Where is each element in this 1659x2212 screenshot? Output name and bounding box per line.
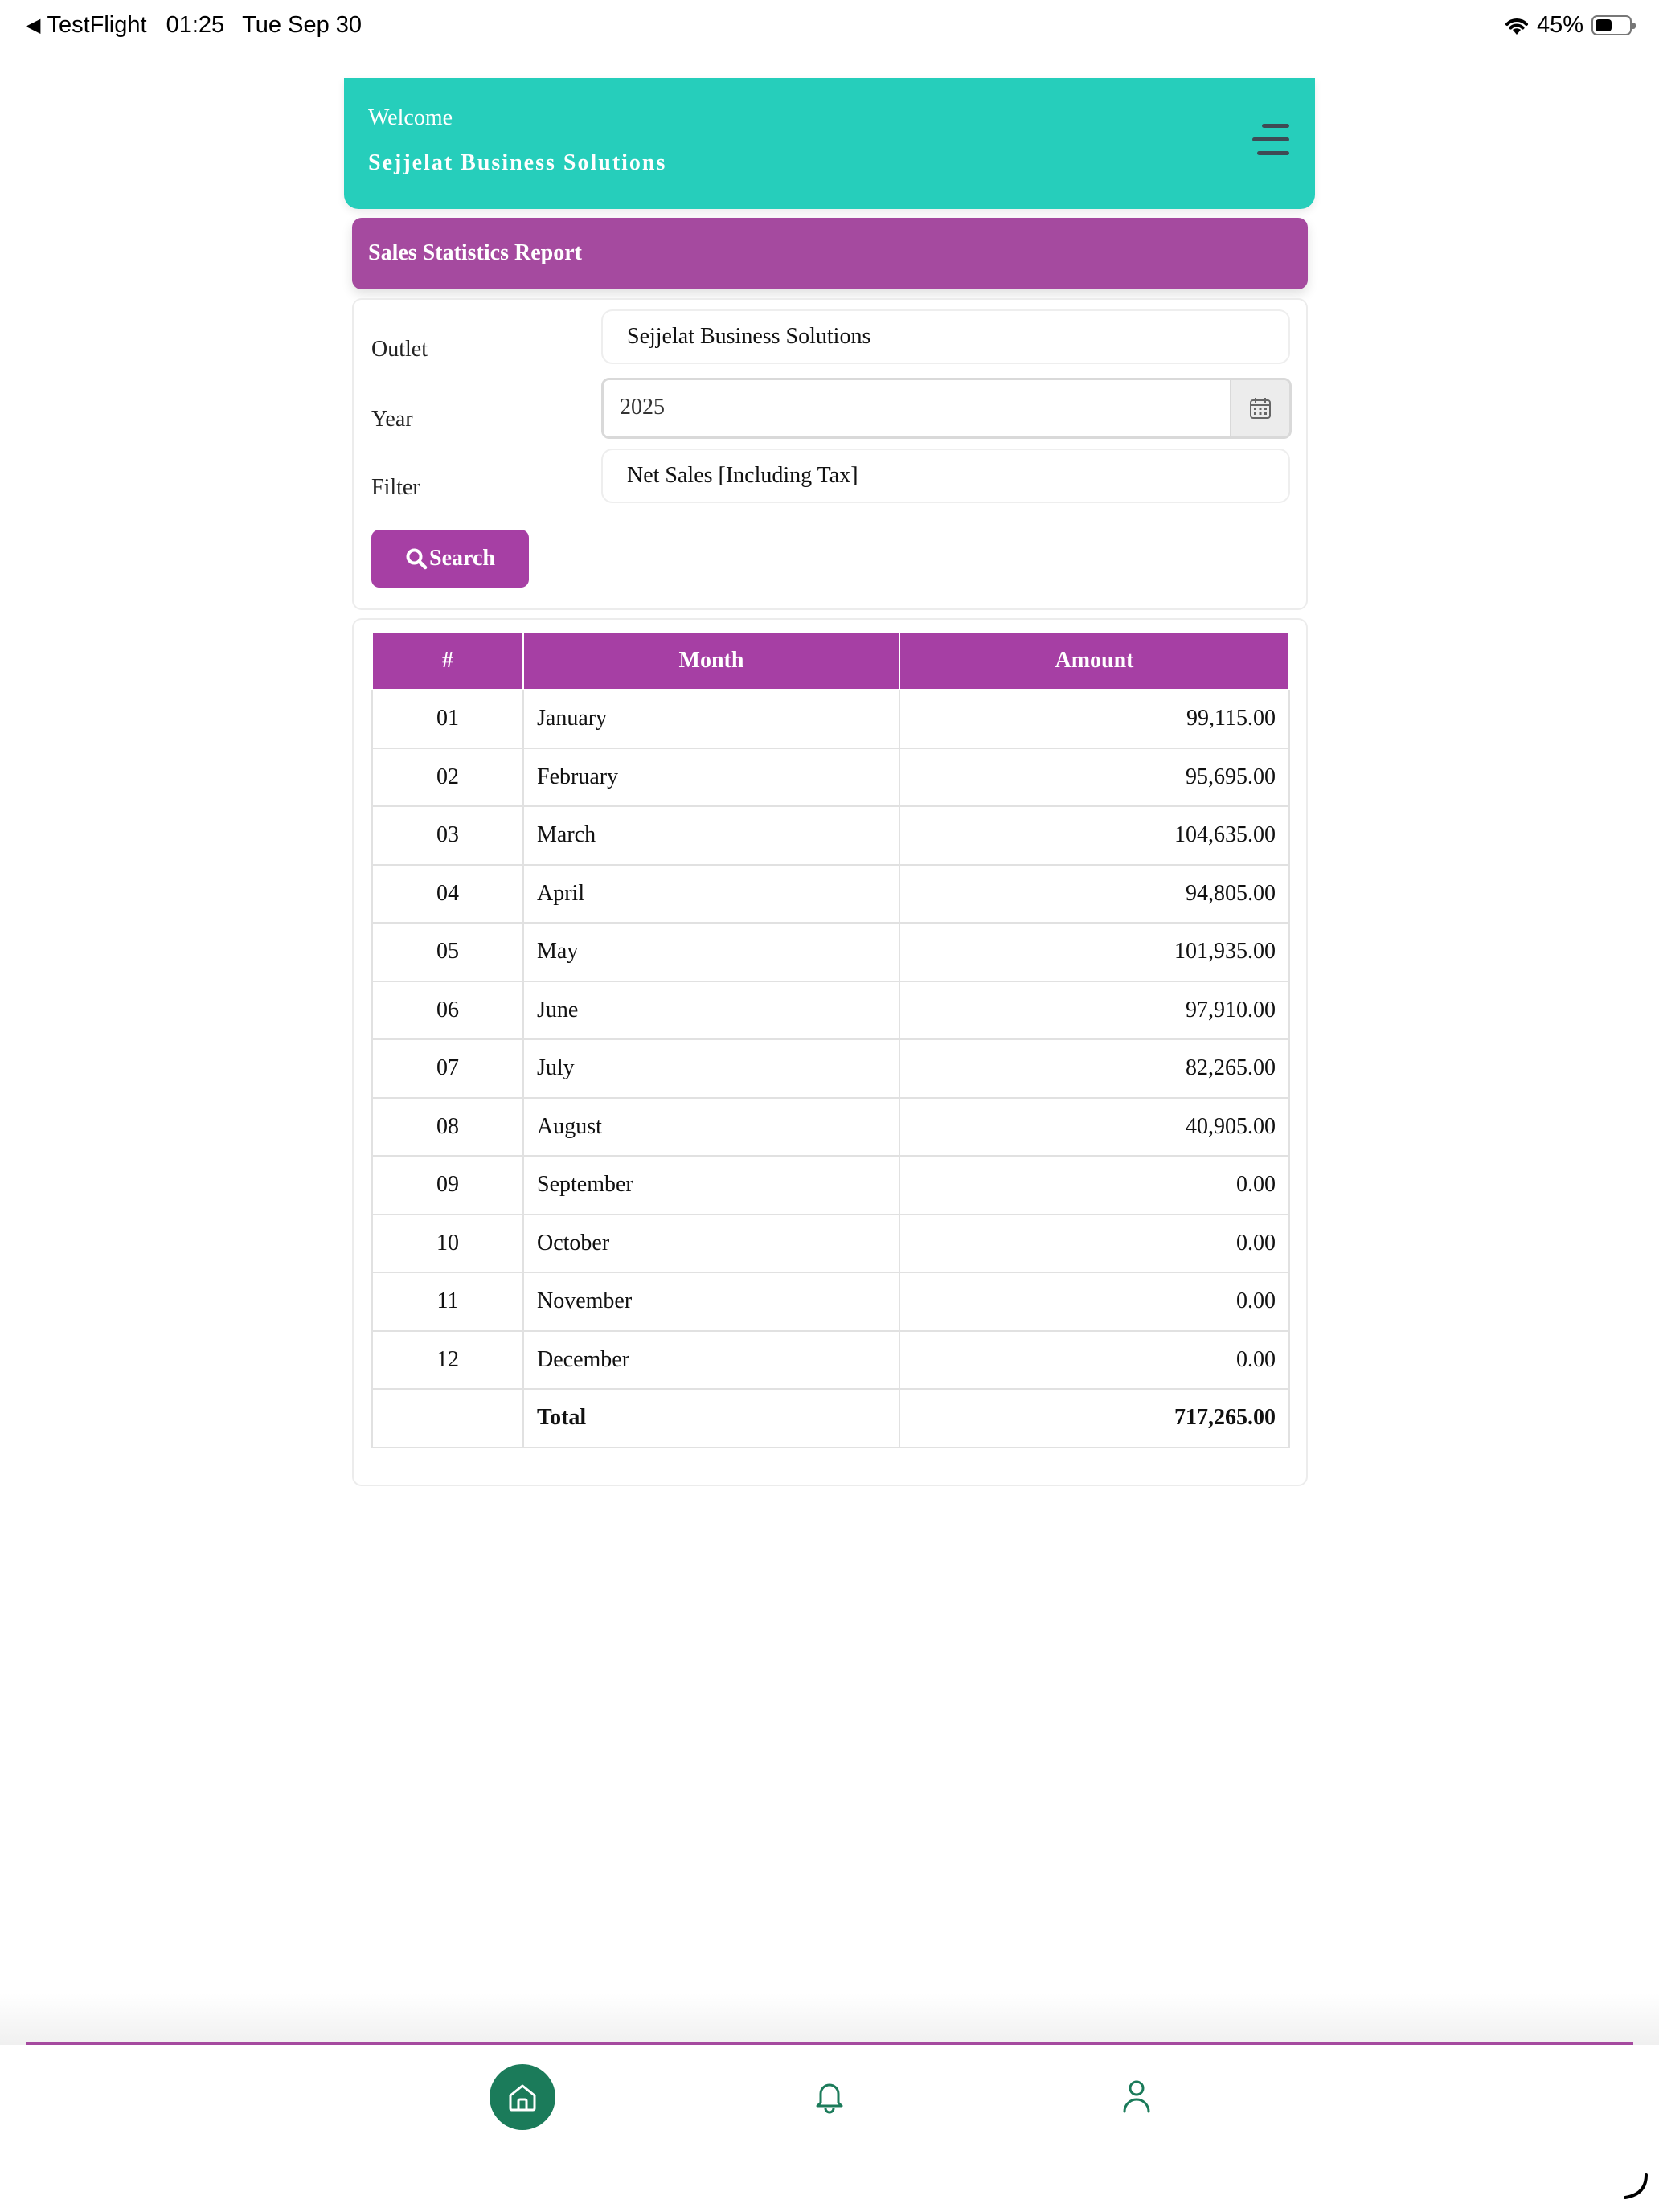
bottom-nav-shadow: [0, 1993, 1659, 2045]
cell-number: 06: [371, 980, 524, 1040]
filter-card: Outlet Sejjelat Business Solutions Year …: [352, 298, 1308, 610]
search-button-label: Search: [429, 546, 495, 571]
outlet-select[interactable]: Sejjelat Business Solutions: [601, 309, 1290, 364]
cell-amount: 101,935.00: [899, 922, 1290, 982]
cell-month: November: [522, 1272, 900, 1332]
table-row: 01 January 99,115.00: [371, 689, 1290, 749]
status-bar-left: ◀ TestFlight 01:25 Tue Sep 30: [26, 12, 362, 39]
table-row: 09 September 0.00: [371, 1155, 1290, 1215]
table-row: 04 April 94,805.00: [371, 863, 1290, 924]
table-row: 08 August 40,905.00: [371, 1096, 1290, 1157]
cell-month: December: [522, 1329, 900, 1390]
cell-amount: 104,635.00: [899, 805, 1290, 866]
cell-amount: 0.00: [899, 1155, 1290, 1215]
cell-month: August: [522, 1096, 900, 1157]
cell-month: January: [522, 689, 900, 749]
battery-percent: 45%: [1536, 12, 1583, 38]
report-table-card: # Month Amount 01 January 99,115.00 02 Febru…: [352, 618, 1308, 1486]
cell-number: 04: [371, 863, 524, 924]
back-to-app-link[interactable]: TestFlight: [47, 12, 146, 39]
bottom-nav-divider: [26, 2042, 1633, 2045]
user-icon: [1123, 2080, 1150, 2113]
resize-handle-icon: [1624, 2173, 1648, 2199]
table-row: 07 July 82,265.00: [371, 1038, 1290, 1099]
home-icon: [509, 2084, 536, 2112]
column-header-amount: Amount: [899, 631, 1290, 690]
year-input[interactable]: 2025: [601, 378, 1292, 439]
cell-month: March: [522, 805, 900, 866]
nav-home-button[interactable]: [490, 2064, 555, 2130]
report-title: Sales Statistics Report: [368, 240, 582, 265]
report-title-bar: Sales Statistics Report: [352, 218, 1308, 289]
cell-month: June: [522, 980, 900, 1040]
cell-amount: 95,695.00: [899, 747, 1290, 807]
table-row: 03 March 104,635.00: [371, 805, 1290, 866]
status-bar: ◀ TestFlight 01:25 Tue Sep 30 45%: [0, 0, 1659, 53]
table-row: 02 February 95,695.00: [371, 747, 1290, 807]
cell-amount: 0.00: [899, 1329, 1290, 1390]
cell-amount: 97,910.00: [899, 980, 1290, 1040]
cell-number: 02: [371, 747, 524, 807]
app-header: Welcome Sejjelat Business Solutions: [344, 78, 1315, 209]
cell-month: May: [522, 922, 900, 982]
welcome-text: Welcome: [368, 105, 453, 130]
table-row: 10 October 0.00: [371, 1213, 1290, 1273]
company-name: Sejjelat Business Solutions: [368, 150, 667, 175]
table-row: 06 June 97,910.00: [371, 980, 1290, 1040]
cell-number: 03: [371, 805, 524, 866]
cell-number: 12: [371, 1329, 524, 1390]
table-row: 05 May 101,935.00: [371, 922, 1290, 982]
search-button[interactable]: Search: [371, 530, 529, 588]
back-arrow-icon[interactable]: ◀: [26, 14, 40, 37]
cell-number: 08: [371, 1096, 524, 1157]
cell-amount: 0.00: [899, 1272, 1290, 1332]
cell-number: 10: [371, 1213, 524, 1273]
cell-amount: 99,115.00: [899, 689, 1290, 749]
cell-amount: 94,805.00: [899, 863, 1290, 924]
cell-empty: [371, 1388, 524, 1448]
cell-month: April: [522, 863, 900, 924]
calendar-button[interactable]: [1230, 380, 1289, 436]
cell-number: 11: [371, 1272, 524, 1332]
calendar-icon: [1250, 398, 1271, 419]
column-header-number: #: [371, 631, 524, 690]
cell-month: February: [522, 747, 900, 807]
wifi-icon: [1505, 18, 1528, 35]
filter-select[interactable]: Net Sales [Including Tax]: [601, 449, 1290, 503]
year-value: 2025: [620, 395, 665, 420]
status-date: Tue Sep 30: [242, 12, 363, 38]
cell-month: October: [522, 1213, 900, 1273]
cell-amount: 82,265.00: [899, 1038, 1290, 1099]
cell-month: September: [522, 1155, 900, 1215]
cell-number: 01: [371, 689, 524, 749]
cell-amount: 40,905.00: [899, 1096, 1290, 1157]
table-body: 01 January 99,115.00 02 February 95,695.00 03 M…: [371, 689, 1290, 1448]
cell-month: July: [522, 1038, 900, 1099]
table-total-row: Total 717,265.00: [371, 1388, 1290, 1448]
table-header-row: # Month Amount: [371, 631, 1290, 690]
search-icon: [406, 548, 428, 570]
nav-notifications-button[interactable]: [809, 2076, 850, 2116]
filter-label: Filter: [371, 475, 420, 500]
nav-profile-button[interactable]: [1116, 2076, 1157, 2116]
battery-icon: [1591, 15, 1636, 35]
cell-amount: 0.00: [899, 1213, 1290, 1273]
hamburger-icon[interactable]: [1252, 122, 1289, 158]
year-label: Year: [371, 407, 413, 432]
cell-number: 09: [371, 1155, 524, 1215]
sales-table: # Month Amount 01 January 99,115.00 02 Febru…: [371, 631, 1290, 1448]
outlet-label: Outlet: [371, 337, 428, 362]
bell-icon: [816, 2083, 843, 2114]
status-bar-right: 45%: [1503, 12, 1636, 39]
total-amount: 717,265.00: [899, 1388, 1290, 1448]
status-time: 01:25: [166, 12, 225, 38]
column-header-month: Month: [522, 631, 900, 690]
total-label: Total: [522, 1388, 900, 1448]
table-row: 11 November 0.00: [371, 1272, 1290, 1332]
cell-number: 05: [371, 922, 524, 982]
cell-number: 07: [371, 1038, 524, 1099]
battery-level: [1596, 19, 1612, 31]
table-row: 12 December 0.00: [371, 1329, 1290, 1390]
